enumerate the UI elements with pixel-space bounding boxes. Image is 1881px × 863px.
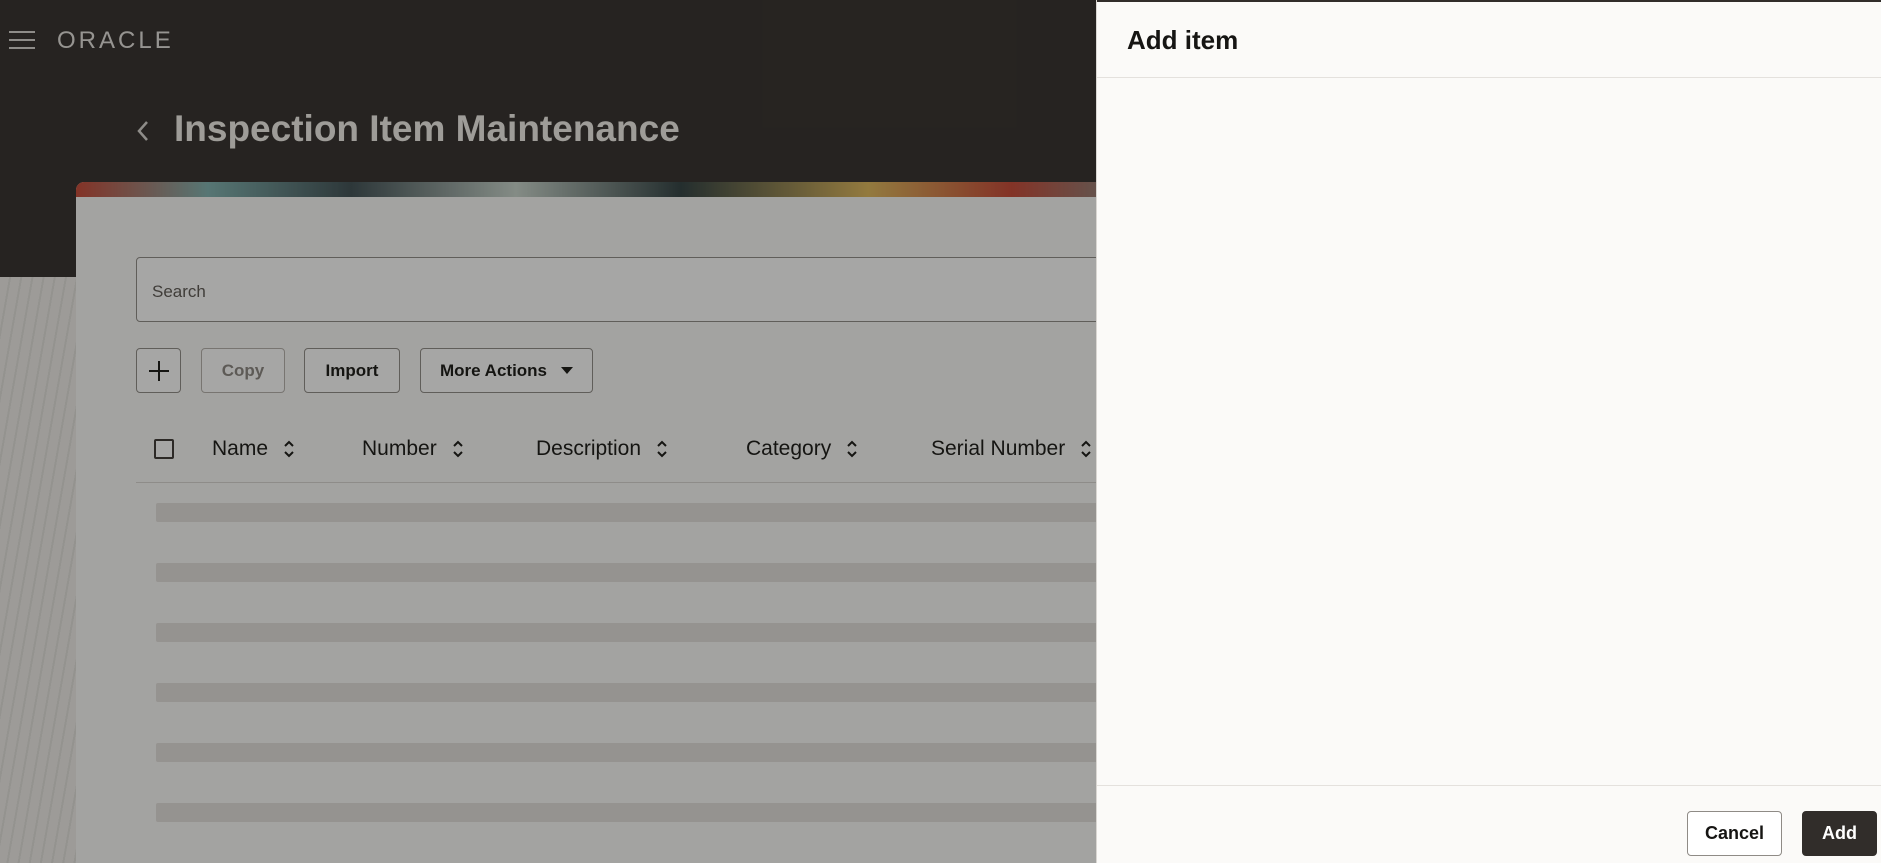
add-item-button[interactable]: Add (1802, 811, 1877, 856)
drawer-footer-divider (1097, 785, 1881, 786)
add-item-drawer: Add item Cancel Add (1096, 0, 1881, 863)
cancel-button[interactable]: Cancel (1687, 811, 1782, 856)
drawer-top-border (1097, 0, 1881, 2)
modal-scrim[interactable] (0, 0, 1096, 863)
drawer-title: Add item (1127, 25, 1239, 55)
drawer-header-divider (1097, 77, 1881, 78)
